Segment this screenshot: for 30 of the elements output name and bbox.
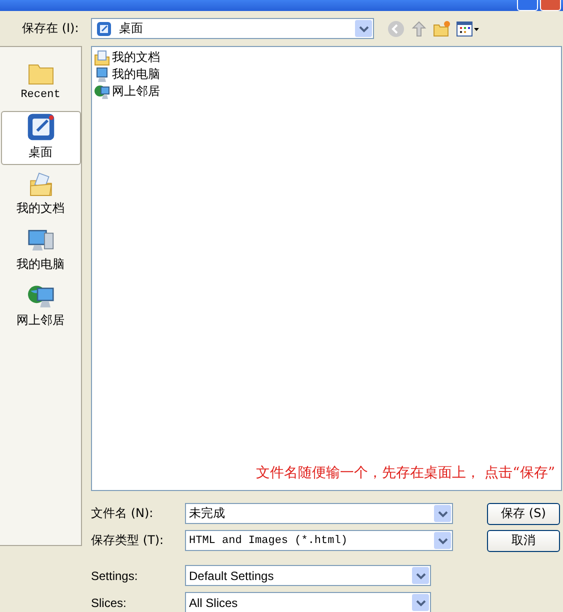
file-type-label: 保存类型 (T):: [91, 532, 165, 549]
network-computer-icon: [94, 84, 110, 100]
close-button[interactable]: [540, 0, 561, 11]
places-item[interactable]: Recent: [0, 55, 80, 105]
annotation-text: 文件名随便输一个，先存在桌面上， 点击“保存”: [256, 464, 555, 482]
views-menu-icon[interactable]: [456, 20, 480, 38]
save-in-dropdown[interactable]: 桌面: [91, 18, 374, 39]
document-folder-icon: [94, 50, 110, 66]
slices-dropdown[interactable]: All Slices: [185, 592, 431, 612]
places-item[interactable]: 桌面: [0, 111, 80, 165]
file-item[interactable]: 我的文档: [94, 49, 559, 66]
cancel-button[interactable]: 取消: [487, 530, 560, 552]
desktop-icon: [96, 20, 112, 36]
file-item[interactable]: 网上邻居: [94, 83, 559, 100]
places-item[interactable]: 网上邻居: [0, 283, 80, 333]
save-in-label: 保存在 (I):: [22, 20, 80, 37]
settings-label: Settings:: [91, 568, 139, 582]
file-item[interactable]: 我的电脑: [94, 66, 559, 83]
file-name-field[interactable]: 未完成: [185, 503, 453, 524]
places-item[interactable]: 我的电脑: [0, 227, 80, 277]
new-folder-icon[interactable]: [433, 20, 451, 38]
up-folder-icon[interactable]: [410, 20, 428, 38]
slices-label: Slices:: [91, 596, 128, 610]
places-item[interactable]: 我的文档: [0, 171, 80, 221]
help-button[interactable]: [517, 0, 538, 11]
settings-dropdown[interactable]: Default Settings: [185, 565, 431, 586]
file-type-dropdown[interactable]: HTML and Images (*.html): [185, 530, 453, 551]
computer-icon: [94, 66, 110, 82]
save-button[interactable]: 保存 (S): [487, 502, 560, 524]
file-name-label: 文件名 (N):: [91, 505, 154, 522]
